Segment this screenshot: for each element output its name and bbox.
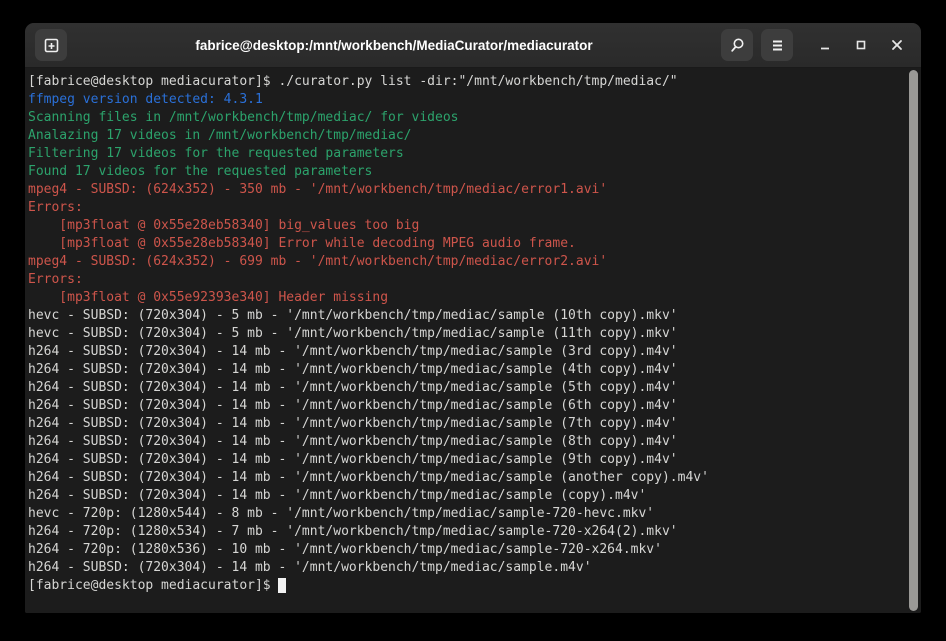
terminal-cursor xyxy=(278,578,286,593)
search-button[interactable] xyxy=(721,29,753,61)
new-tab-icon xyxy=(43,37,60,54)
terminal-line: Errors: xyxy=(28,271,907,289)
terminal-line: h264 - SUBSD: (720x304) - 14 mb - '/mnt/… xyxy=(28,433,907,451)
terminal-line: Scanning files in /mnt/workbench/tmp/med… xyxy=(28,109,907,127)
terminal-window: fabrice@desktop:/mnt/workbench/MediaCura… xyxy=(25,23,921,613)
terminal-line: h264 - 720p: (1280x536) - 10 mb - '/mnt/… xyxy=(28,541,907,559)
terminal-line: mpeg4 - SUBSD: (624x352) - 350 mb - '/mn… xyxy=(28,181,907,199)
search-icon xyxy=(729,37,746,54)
close-icon xyxy=(890,38,904,52)
terminal-line: h264 - SUBSD: (720x304) - 14 mb - '/mnt/… xyxy=(28,559,907,577)
terminal-line: ffmpeg version detected: 4.3.1 xyxy=(28,91,907,109)
minimize-icon xyxy=(818,38,832,52)
terminal-output: [fabrice@desktop mediacurator]$ ./curato… xyxy=(28,73,907,595)
terminal-line: h264 - SUBSD: (720x304) - 14 mb - '/mnt/… xyxy=(28,361,907,379)
terminal-line: Errors: xyxy=(28,199,907,217)
scrollbar-thumb[interactable] xyxy=(909,70,918,611)
maximize-button[interactable] xyxy=(847,31,875,59)
terminal-line: hevc - SUBSD: (720x304) - 5 mb - '/mnt/w… xyxy=(28,307,907,325)
terminal-line: h264 - SUBSD: (720x304) - 14 mb - '/mnt/… xyxy=(28,415,907,433)
terminal-line: [mp3float @ 0x55e28eb58340] Error while … xyxy=(28,235,907,253)
terminal-line: mpeg4 - SUBSD: (624x352) - 699 mb - '/mn… xyxy=(28,253,907,271)
window-controls xyxy=(811,31,911,59)
terminal-line: h264 - SUBSD: (720x304) - 14 mb - '/mnt/… xyxy=(28,397,907,415)
scrollbar-track[interactable] xyxy=(908,70,920,611)
terminal-line: Found 17 videos for the requested parame… xyxy=(28,163,907,181)
minimize-button[interactable] xyxy=(811,31,839,59)
terminal-line: hevc - SUBSD: (720x304) - 5 mb - '/mnt/w… xyxy=(28,325,907,343)
terminal-line: h264 - 720p: (1280x534) - 7 mb - '/mnt/w… xyxy=(28,523,907,541)
close-button[interactable] xyxy=(883,31,911,59)
terminal-line: [fabrice@desktop mediacurator]$ xyxy=(28,577,907,595)
menu-icon xyxy=(770,39,785,52)
terminal-line: Filtering 17 videos for the requested pa… xyxy=(28,145,907,163)
terminal-line: [mp3float @ 0x55e28eb58340] big_values t… xyxy=(28,217,907,235)
terminal-line: h264 - SUBSD: (720x304) - 14 mb - '/mnt/… xyxy=(28,451,907,469)
terminal-line: Analazing 17 videos in /mnt/workbench/tm… xyxy=(28,127,907,145)
window-title: fabrice@desktop:/mnt/workbench/MediaCura… xyxy=(75,38,713,53)
terminal-line: hevc - 720p: (1280x544) - 8 mb - '/mnt/w… xyxy=(28,505,907,523)
terminal-line: h264 - SUBSD: (720x304) - 14 mb - '/mnt/… xyxy=(28,379,907,397)
terminal-line: h264 - SUBSD: (720x304) - 14 mb - '/mnt/… xyxy=(28,487,907,505)
terminal-content[interactable]: [fabrice@desktop mediacurator]$ ./curato… xyxy=(25,68,921,613)
terminal-line: [fabrice@desktop mediacurator]$ ./curato… xyxy=(28,73,907,91)
maximize-icon xyxy=(854,38,868,52)
terminal-line: [mp3float @ 0x55e92393e340] Header missi… xyxy=(28,289,907,307)
new-tab-button[interactable] xyxy=(35,29,67,61)
terminal-line: h264 - SUBSD: (720x304) - 14 mb - '/mnt/… xyxy=(28,469,907,487)
menu-button[interactable] xyxy=(761,29,793,61)
titlebar[interactable]: fabrice@desktop:/mnt/workbench/MediaCura… xyxy=(25,23,921,68)
terminal-line: h264 - SUBSD: (720x304) - 14 mb - '/mnt/… xyxy=(28,343,907,361)
